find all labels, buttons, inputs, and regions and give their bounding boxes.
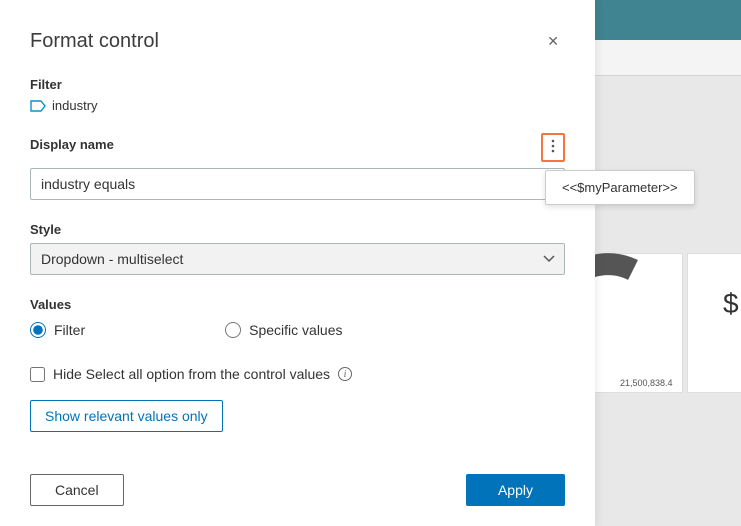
radio-filter-input[interactable] xyxy=(30,322,46,338)
bg-gauge-value: 21,500,838.4 xyxy=(620,378,673,388)
style-label: Style xyxy=(30,222,565,237)
display-name-section: Display name xyxy=(30,133,565,200)
parameter-tooltip-text: <<$myParameter>> xyxy=(562,180,678,195)
info-icon[interactable]: i xyxy=(338,367,352,381)
format-control-panel: Format control ✕ Filter industry Display… xyxy=(0,0,595,526)
panel-footer: Cancel Apply xyxy=(30,454,565,506)
filter-label: Filter xyxy=(30,77,565,92)
style-select[interactable]: Dropdown - multiselect xyxy=(30,243,565,275)
bg-dollar-sign: $ xyxy=(723,288,739,320)
radio-filter-label: Filter xyxy=(54,322,85,338)
hide-select-all-row[interactable]: Hide Select all option from the control … xyxy=(30,366,565,382)
bg-gauge-arc xyxy=(593,260,673,380)
parameter-tooltip[interactable]: <<$myParameter>> xyxy=(545,170,695,205)
kebab-icon xyxy=(551,139,555,153)
values-section: Values Filter Specific values xyxy=(30,297,565,338)
display-name-label: Display name xyxy=(30,137,114,152)
close-button[interactable]: ✕ xyxy=(541,31,565,52)
display-name-menu-button[interactable] xyxy=(545,137,561,155)
filter-section: Filter industry xyxy=(30,77,565,133)
values-label: Values xyxy=(30,297,565,312)
show-relevant-values-button[interactable]: Show relevant values only xyxy=(30,400,223,432)
hide-select-all-checkbox[interactable] xyxy=(30,367,45,382)
radio-specific-input[interactable] xyxy=(225,322,241,338)
filter-pill[interactable]: industry xyxy=(30,98,98,113)
radio-filter[interactable]: Filter xyxy=(30,322,85,338)
radio-specific-label: Specific values xyxy=(249,322,342,338)
filter-pill-text: industry xyxy=(52,98,98,113)
tag-icon xyxy=(30,100,46,112)
cancel-button[interactable]: Cancel xyxy=(30,474,124,506)
close-icon: ✕ xyxy=(547,33,559,49)
display-name-input[interactable] xyxy=(30,168,565,200)
style-select-value: Dropdown - multiselect xyxy=(41,251,183,267)
radio-specific-values[interactable]: Specific values xyxy=(225,322,342,338)
apply-button[interactable]: Apply xyxy=(466,474,565,506)
hide-select-all-label: Hide Select all option from the control … xyxy=(53,366,330,382)
kebab-highlight xyxy=(541,133,565,162)
panel-header: Format control ✕ xyxy=(30,30,565,53)
style-section: Style Dropdown - multiselect xyxy=(30,222,565,275)
bg-kpi-tile-dollar xyxy=(687,253,741,393)
panel-title: Format control xyxy=(30,30,159,53)
